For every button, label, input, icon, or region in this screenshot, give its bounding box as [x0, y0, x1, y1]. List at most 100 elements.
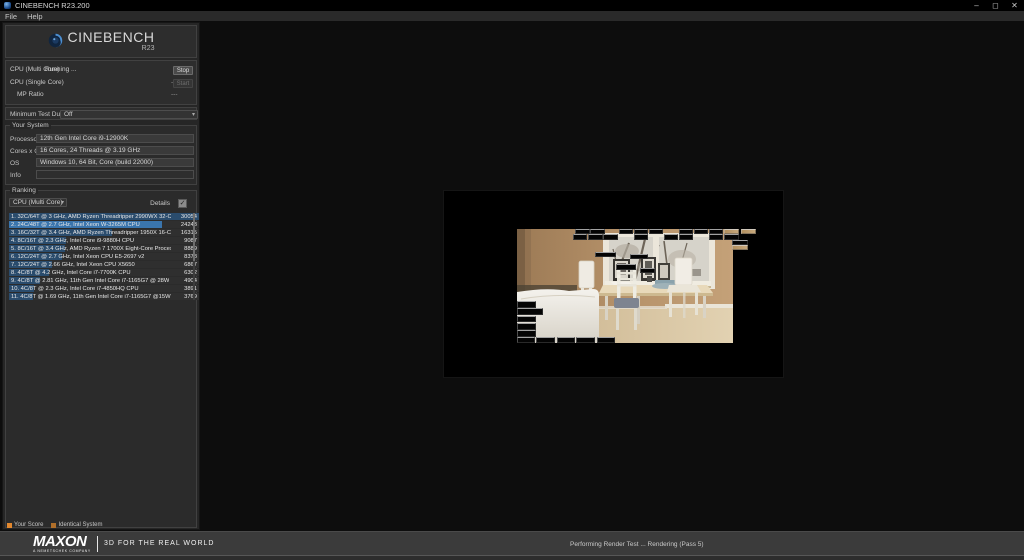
ranking-list: 1. 32C/64T @ 3 GHz, AMD Ryzen Threadripp… [9, 213, 199, 301]
stop-button[interactable]: Stop [173, 66, 193, 75]
ranking-row-label: 11. 4C/8T @ 1.69 GHz, 11th Gen Intel Cor… [11, 293, 171, 300]
ranking-scrollbar[interactable] [193, 213, 195, 300]
your-system-title: Your System [10, 122, 51, 129]
maximize-button[interactable]: ◻ [986, 0, 1005, 11]
render-tile [679, 229, 694, 235]
system-field-input-processor[interactable] [36, 134, 194, 143]
ranking-row[interactable]: 9. 4C/8T @ 2.81 GHz, 11th Gen Intel Core… [9, 277, 199, 284]
render-tile [633, 229, 648, 235]
ranking-row-label: 4. 8C/16T @ 2.3 GHz, Intel Core i9-9880H… [11, 237, 135, 244]
legend-label: Your Score [14, 522, 44, 528]
chevron-down-icon: ▾ [191, 112, 195, 118]
render-tile [709, 229, 724, 235]
ranking-row[interactable]: 5. 8C/16T @ 3.4 GHz, AMD Ryzen 7 1700X E… [9, 245, 199, 252]
render-tile [517, 300, 537, 308]
minimize-button[interactable]: – [967, 0, 986, 11]
render-tile [556, 336, 576, 343]
title-bar: CINEBENCH R23.200 – ◻ ✕ [0, 0, 1024, 11]
render-tile [694, 229, 709, 235]
system-field-row: Processor [6, 134, 196, 143]
ranking-row-score: 8889 [184, 245, 197, 252]
details-label: Details [150, 200, 170, 207]
ranking-row-label: 3. 16C/32T @ 3.4 GHz, AMD Ryzen Threadri… [11, 229, 171, 236]
ranking-row[interactable]: 4. 8C/16T @ 2.3 GHz, Intel Core i9-9880H… [9, 237, 199, 244]
ranking-filter-select[interactable]: CPU (Multi Core) ▾ [9, 198, 67, 207]
ranking-row[interactable]: 2. 24C/48T @ 2.7 GHz, Intel Xeon W-3265M… [9, 221, 199, 228]
legend-label: Identical System [58, 522, 103, 528]
control-panel: CINEBENCH R23 CPU (Multi Core) Running .… [2, 22, 200, 530]
render-tile [640, 267, 656, 273]
duration-box: Minimum Test Duration Off ▾ [5, 107, 198, 120]
render-status-text: Performing Render Test ... Rendering (Pa… [570, 541, 704, 548]
ranking-row-label: 5. 8C/16T @ 3.4 GHz, AMD Ryzen 7 1700X E… [11, 245, 171, 252]
duration-select[interactable]: Off ▾ [60, 110, 198, 119]
legend-color-swatch [7, 522, 12, 528]
your-system-box: Your System Processor Cores x GHz OS Info [5, 122, 197, 185]
render-tile [517, 315, 537, 323]
menu-item-help[interactable]: Help [22, 11, 47, 21]
render-tile [724, 229, 740, 235]
ranking-row[interactable]: 1. 32C/64T @ 3 GHz, AMD Ryzen Threadripp… [9, 213, 199, 220]
ranking-row[interactable]: 7. 12C/24T @ 2.66 GHz, Intel Xeon CPU X5… [9, 261, 199, 268]
legend-item: Your Score [7, 522, 43, 528]
system-field-label: Info [10, 172, 21, 179]
ranking-row-label: 10. 4C/8T @ 2.3 GHz, Intel Core i7-4850H… [11, 285, 139, 292]
render-tile [588, 234, 603, 240]
dining-room-scene [517, 229, 733, 343]
render-tile [594, 251, 617, 258]
render-tile [663, 234, 679, 240]
system-field-input-info[interactable] [36, 170, 194, 179]
ranking-row[interactable]: 11. 4C/8T @ 1.69 GHz, 11th Gen Intel Cor… [9, 293, 199, 300]
system-field-label: OS [10, 160, 20, 167]
footer-bar: MAXON A NEMETSCHEK COMPANY 3D FOR THE RE… [0, 531, 1024, 555]
render-scene [517, 229, 756, 343]
render-tile [724, 234, 740, 240]
render-tile [517, 323, 537, 330]
ranking-row[interactable]: 8. 4C/8T @ 4.2 GHz, Intel Core i7-7700K … [9, 269, 199, 276]
render-tile [596, 336, 616, 343]
chevron-down-icon: ▾ [60, 200, 64, 206]
render-tile [740, 229, 756, 235]
render-tile [616, 264, 636, 271]
menu-item-file[interactable]: File [0, 11, 22, 21]
menu-bar: File Help [0, 11, 1024, 21]
maxon-logo: MAXON A NEMETSCHEK COMPANY [33, 533, 91, 553]
render-tile [603, 234, 618, 240]
render-tile [731, 245, 749, 250]
ranking-row[interactable]: 3. 16C/32T @ 3.4 GHz, AMD Ryzen Threadri… [9, 229, 199, 236]
window-title: CINEBENCH R23.200 [15, 1, 90, 10]
render-tile [633, 234, 648, 240]
ranking-row-score: 6867 [184, 261, 197, 268]
tests-box: CPU (Multi Core) Running ... Stop CPU (S… [5, 60, 197, 105]
ranking-box: Ranking CPU (Multi Core) ▾ Details ✓ 1. … [5, 187, 199, 528]
render-tile [679, 234, 694, 240]
app-icon [4, 2, 11, 9]
render-viewport [443, 190, 784, 378]
mp-ratio-label: MP Ratio [17, 91, 44, 98]
ranking-row[interactable]: 10. 4C/8T @ 2.3 GHz, Intel Core i7-4850H… [9, 285, 199, 292]
ranking-row-label: 9. 4C/8T @ 2.81 GHz, 11th Gen Intel Core… [11, 277, 170, 284]
render-tile [709, 234, 724, 240]
render-tile [630, 253, 648, 260]
ranking-row-label: 6. 12C/24T @ 2.7 GHz, Intel Xeon CPU E5-… [11, 253, 145, 260]
system-field-input-os[interactable] [36, 158, 194, 167]
details-checkbox[interactable]: ✓ [178, 199, 187, 208]
ranking-row-label: 8. 4C/8T @ 4.2 GHz, Intel Core i7-7700K … [11, 269, 131, 276]
ranking-row[interactable]: 6. 12C/24T @ 2.7 GHz, Intel Xeon CPU E5-… [9, 253, 199, 260]
start-button: Start [173, 79, 193, 88]
close-button[interactable]: ✕ [1005, 0, 1024, 11]
ranking-row-score: 9087 [184, 237, 197, 244]
mp-ratio-value: --- [171, 91, 178, 98]
footer-divider [97, 536, 98, 552]
logo-title: CINEBENCH [67, 29, 155, 45]
system-field-input-cores-x-ghz[interactable] [36, 146, 194, 155]
ranking-row-label: 2. 24C/48T @ 2.7 GHz, Intel Xeon W-3265M… [11, 221, 140, 228]
system-field-label: Processor [10, 136, 40, 143]
render-tile [618, 229, 633, 235]
ranking-row-score: 3891 [184, 285, 197, 292]
render-tile [517, 336, 536, 343]
system-field-row: OS [6, 158, 196, 167]
render-tile [576, 336, 595, 343]
ranking-row-score: 4904 [184, 277, 197, 284]
render-tile [590, 229, 605, 235]
